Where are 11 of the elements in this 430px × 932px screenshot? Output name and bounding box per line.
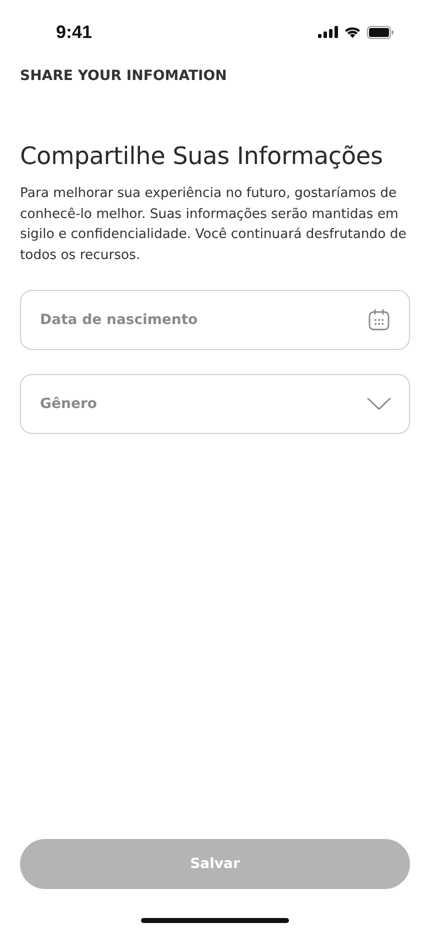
status-time: 9:41	[56, 22, 92, 42]
battery-icon	[367, 26, 394, 38]
calendar-icon	[367, 308, 391, 332]
chevron-down-icon	[367, 397, 391, 411]
description-text: Para melhorar sua experiência no futuro, gostaríamos de conhecê-lo melhor. Suas informações serão mantidas em sigilo e confidencialidade. Você continuará desfrutando de todos os recursos.	[20, 185, 408, 264]
wifi-icon	[344, 26, 361, 38]
screen-title: SHARE YOUR INFOMATION	[20, 68, 228, 84]
select-field[interactable]: Gênero	[20, 374, 410, 434]
signal-icon	[318, 26, 338, 38]
date-field[interactable]: Data de nascimento	[20, 290, 410, 350]
page-heading: Compartilhe Suas Informações	[20, 142, 384, 170]
